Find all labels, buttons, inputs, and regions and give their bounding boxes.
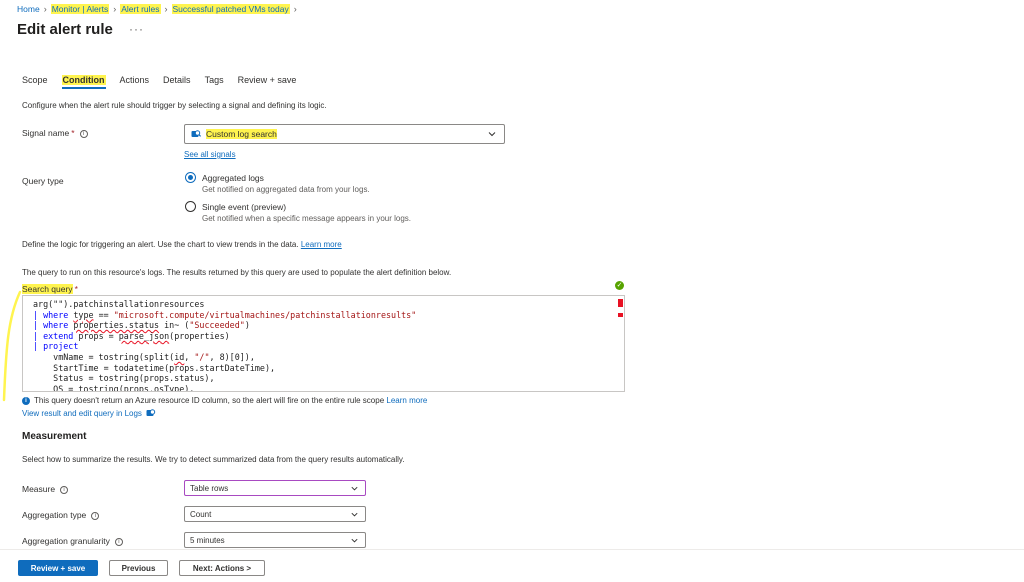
view-in-logs-link[interactable]: View result and edit query in Logs (22, 408, 156, 418)
footer-divider (0, 549, 1024, 550)
measure-label: Measure i (22, 484, 69, 494)
chevron-right-icon: › (43, 4, 47, 14)
query-line: | where properties.status in~ ("Succeede… (33, 320, 250, 331)
review-save-button[interactable]: Review + save (18, 560, 98, 576)
next-actions-button[interactable]: Next: Actions > (179, 560, 265, 576)
info-icon: i (22, 396, 30, 405)
search-query-editor[interactable]: arg("").patchinstallationresources | whe… (22, 295, 625, 392)
breadcrumb-rule-name[interactable]: Successful patched VMs today (171, 4, 290, 14)
tab-scope[interactable]: Scope (22, 75, 48, 88)
info-icon: i (114, 537, 123, 546)
measurement-heading: Measurement (22, 431, 87, 442)
aggregation-type-label: Aggregation type i (22, 510, 100, 520)
aggregation-granularity-dropdown[interactable]: 5 minutes (184, 532, 366, 548)
tab-details[interactable]: Details (163, 75, 191, 88)
logic-description: Define the logic for triggering an alert… (22, 240, 342, 249)
chevron-right-icon: › (113, 4, 117, 14)
aggregation-granularity-label: Aggregation granularity i (22, 536, 123, 546)
query-type-label: Query type (22, 176, 64, 186)
condition-description: Configure when the alert rule should tri… (22, 101, 327, 110)
measurement-description: Select how to summarize the results. We … (22, 455, 405, 464)
tab-tags[interactable]: Tags (205, 75, 224, 88)
chevron-right-icon: › (293, 4, 297, 14)
radio-single-event[interactable] (185, 201, 196, 214)
radio-button[interactable] (185, 172, 196, 183)
breadcrumb-monitor-alerts[interactable]: Monitor | Alerts (50, 4, 110, 14)
query-line: | project (33, 341, 79, 352)
info-icon: i (79, 129, 88, 138)
breadcrumb: Home › Monitor | Alerts › Alert rules › … (17, 3, 301, 15)
query-line: OS = tostring(props.osType), (33, 383, 195, 392)
error-marker (618, 299, 623, 307)
tab-review-save[interactable]: Review + save (238, 75, 297, 88)
aggregated-logs-subtitle: Get notified on aggregated data from you… (202, 185, 370, 194)
breadcrumb-alert-rules[interactable]: Alert rules (120, 4, 161, 14)
check-circle-icon: ✓ (615, 281, 624, 290)
previous-button[interactable]: Previous (109, 560, 168, 576)
query-code: arg("").patchinstallationresources | whe… (33, 299, 417, 392)
query-intro: The query to run on this resource's logs… (22, 268, 452, 277)
search-icon (191, 130, 201, 137)
query-line: vmName = tostring(split(id, "/", 8)[0]), (33, 351, 255, 362)
aggregated-logs-title: Aggregated logs (202, 173, 264, 183)
chevron-down-icon (351, 538, 358, 543)
error-marker (618, 313, 623, 317)
chevron-down-icon (351, 486, 358, 491)
query-line: | where type == "microsoft.compute/virtu… (33, 309, 417, 320)
annotation-stroke (2, 290, 22, 402)
tab-bar: Scope Condition Actions Details Tags Rev… (22, 75, 297, 89)
single-event-title: Single event (preview) (202, 202, 287, 212)
query-line: StartTime = todatetime(props.startDateTi… (33, 362, 276, 373)
search-query-label: Search query * (22, 284, 78, 294)
single-event-subtitle: Get notified when a specific message app… (202, 214, 412, 223)
query-warning: i This query doesn't return an Azure res… (22, 396, 427, 405)
info-icon: i (91, 511, 100, 520)
info-icon: i (60, 485, 69, 494)
query-line: Status = tostring(props.status), (33, 373, 215, 384)
tab-condition[interactable]: Condition (61, 75, 106, 89)
radio-aggregated-logs[interactable] (185, 172, 196, 185)
chevron-right-icon: › (164, 4, 168, 14)
aggregation-type-dropdown[interactable]: Count (184, 506, 366, 522)
query-line: | extend props = parse_json(properties) (33, 330, 230, 341)
chevron-down-icon (488, 132, 496, 137)
chevron-down-icon (351, 512, 358, 517)
measure-dropdown[interactable]: Table rows (184, 480, 366, 496)
signal-name-label: Signal name * i (22, 128, 88, 138)
learn-more-link[interactable]: Learn more (301, 240, 342, 249)
signal-name-dropdown[interactable]: Custom log search (184, 124, 505, 144)
breadcrumb-home[interactable]: Home (17, 4, 40, 14)
more-options-button[interactable]: ··· (129, 22, 144, 36)
signal-name-value: Custom log search (206, 129, 277, 139)
warning-learn-more-link[interactable]: Learn more (386, 396, 427, 405)
see-all-signals-link[interactable]: See all signals (184, 150, 236, 159)
tab-actions[interactable]: Actions (120, 75, 150, 88)
logs-icon (146, 409, 156, 416)
page-title: Edit alert rule (17, 21, 113, 38)
radio-button[interactable] (185, 201, 196, 212)
